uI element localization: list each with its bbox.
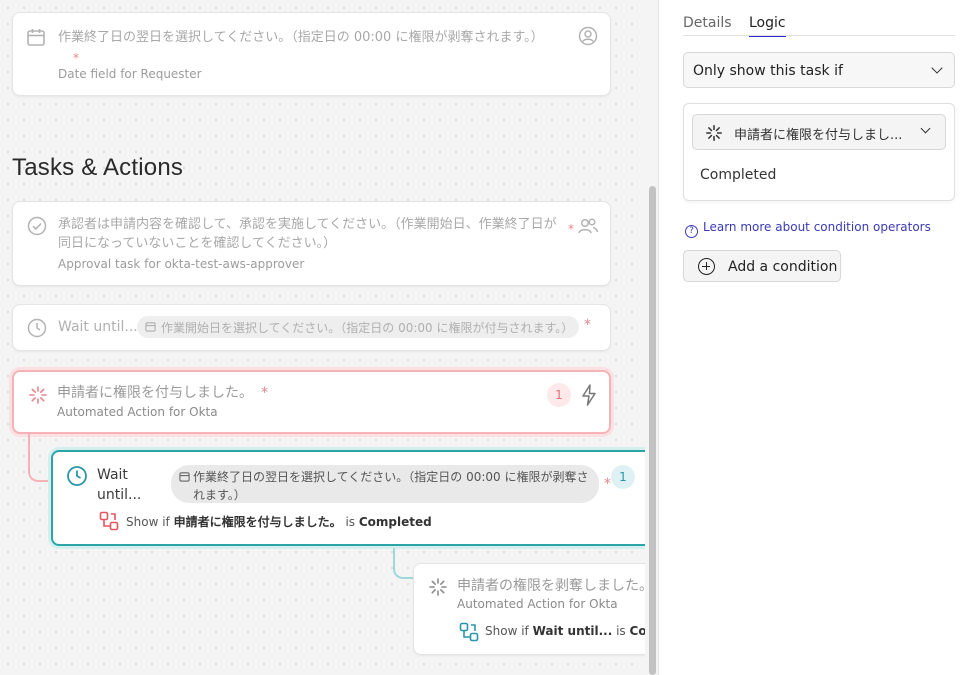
condition-operator: is xyxy=(345,515,356,529)
calendar-icon xyxy=(179,472,190,482)
condition-task: 申請者に権限を付与しました。 xyxy=(173,515,342,529)
wait-until-label: Wait until... xyxy=(97,467,142,503)
condition-status-value[interactable]: Completed xyxy=(700,167,776,183)
condition-value: Comp xyxy=(629,624,645,638)
okta-grant-subtitle: Automated Action for Okta xyxy=(57,405,218,419)
required-marker: * xyxy=(73,51,79,65)
conditional-logic-icon xyxy=(99,511,119,531)
condition-task-select[interactable]: 申請者に権限を付与しまし... xyxy=(692,114,946,150)
connector-line xyxy=(28,434,52,482)
canvas-scrollbar[interactable] xyxy=(645,0,659,675)
date-reference-text: 作業開始日を選択してください。（指定日の 00:00 に権限が付与されます。） xyxy=(161,321,574,335)
connector-line xyxy=(393,548,415,579)
date-field-subtitle: Date field for Requester xyxy=(58,67,202,81)
clock-icon xyxy=(67,466,87,486)
date-reference-pill: 作業終了日の翌日を選択してください。（指定日の 00:00 に権限が剥奪されます… xyxy=(171,465,599,503)
show-if-label: Show if xyxy=(126,515,170,529)
conditional-logic-icon xyxy=(459,622,479,642)
plus-circle-icon xyxy=(698,258,715,275)
section-title: Tasks & Actions xyxy=(12,154,184,181)
wait-until-label: Wait until... xyxy=(58,319,138,335)
wait-until-card[interactable]: Wait until... 作業開始日を選択してください。（指定日の 00:00… xyxy=(12,304,611,351)
dependent-count-badge[interactable]: 1 xyxy=(547,383,571,407)
condition-value: Completed xyxy=(358,515,432,529)
condition-operator: is xyxy=(616,624,626,638)
workflow-canvas: 作業終了日の翌日を選択してください。（指定日の 00:00 に権限が剥奪されます… xyxy=(0,0,645,675)
logic-mode-select[interactable]: Only show this task if xyxy=(683,52,955,88)
show-if-condition: Show if 申請者に権限を付与しました。 is Completed xyxy=(126,513,432,530)
calendar-icon xyxy=(145,322,156,332)
learn-more-link[interactable]: ? Learn more about condition operators xyxy=(685,220,931,238)
tab-details[interactable]: Details xyxy=(683,15,732,31)
okta-revoke-subtitle: Automated Action for Okta xyxy=(457,597,618,611)
task-settings-panel: Details Logic Only show this task if 申請者… xyxy=(660,0,966,675)
okta-icon xyxy=(706,125,722,141)
show-if-condition: Show if Wait until... is Comp xyxy=(485,624,645,638)
approval-task-card[interactable]: 承認者は申請内容を確認して、承認を実施してください。（作業開始日、作業終了日が同… xyxy=(12,201,611,286)
required-marker: * xyxy=(584,317,591,333)
tab-logic[interactable]: Logic xyxy=(749,15,786,37)
date-field-card[interactable]: 作業終了日の翌日を選択してください。（指定日の 00:00 に権限が剥奪されます… xyxy=(12,12,611,96)
required-marker: * xyxy=(261,385,268,401)
add-condition-button[interactable]: Add a condition xyxy=(683,250,841,282)
chevron-down-icon xyxy=(931,62,943,74)
okta-icon xyxy=(29,386,47,404)
learn-more-text: Learn more about condition operators xyxy=(703,220,931,234)
scrollbar-thumb[interactable] xyxy=(649,186,656,675)
okta-grant-title: 申請者に権限を付与しました。 * xyxy=(57,382,268,402)
tabs-divider xyxy=(683,35,955,36)
okta-grant-title-text: 申請者に権限を付与しました。 xyxy=(57,385,253,401)
required-marker: * xyxy=(568,222,574,236)
required-marker: * xyxy=(604,476,611,492)
lightning-icon[interactable] xyxy=(580,384,598,406)
condition-task-value: 申請者に権限を付与しまし... xyxy=(734,128,903,143)
date-reference-pill: 作業開始日を選択してください。（指定日の 00:00 に権限が付与されます。） xyxy=(137,316,579,338)
calendar-icon xyxy=(27,29,45,46)
date-field-prompt: 作業終了日の翌日を選択してください。（指定日の 00:00 に権限が剥奪されます… xyxy=(58,30,544,45)
okta-revoke-title: 申請者の権限を剥奪しました。 xyxy=(457,578,645,594)
condition-task: Wait until... xyxy=(532,624,613,638)
okta-icon xyxy=(429,578,447,596)
condition-box: 申請者に権限を付与しまし... Completed xyxy=(683,103,955,201)
show-if-label: Show if xyxy=(485,624,529,638)
date-reference-text: 作業終了日の翌日を選択してください。（指定日の 00:00 に権限が剥奪されます… xyxy=(193,470,589,502)
logic-mode-value: Only show this task if xyxy=(693,63,843,79)
check-circle-icon xyxy=(27,216,47,236)
clock-icon xyxy=(27,318,47,338)
wait-until-card-selected[interactable]: Wait until... 作業終了日の翌日を選択してください。（指定日の 00… xyxy=(51,450,645,546)
users-icon xyxy=(578,218,599,234)
approval-task-subtitle: Approval task for okta-test-aws-approver xyxy=(58,257,305,271)
user-circle-icon xyxy=(578,26,598,46)
chevron-down-icon xyxy=(920,123,931,134)
help-icon: ? xyxy=(685,225,698,238)
add-condition-label: Add a condition xyxy=(728,259,838,275)
approval-task-prompt: 承認者は申請内容を確認して、承認を実施してください。（作業開始日、作業終了日が同… xyxy=(58,217,557,251)
okta-revoke-action-card[interactable]: 申請者の権限を剥奪しました。 Automated Action for Okta… xyxy=(413,563,645,655)
okta-grant-action-card[interactable]: 申請者に権限を付与しました。 * Automated Action for Okt… xyxy=(12,370,611,434)
dependent-count-badge[interactable]: 1 xyxy=(611,465,635,489)
